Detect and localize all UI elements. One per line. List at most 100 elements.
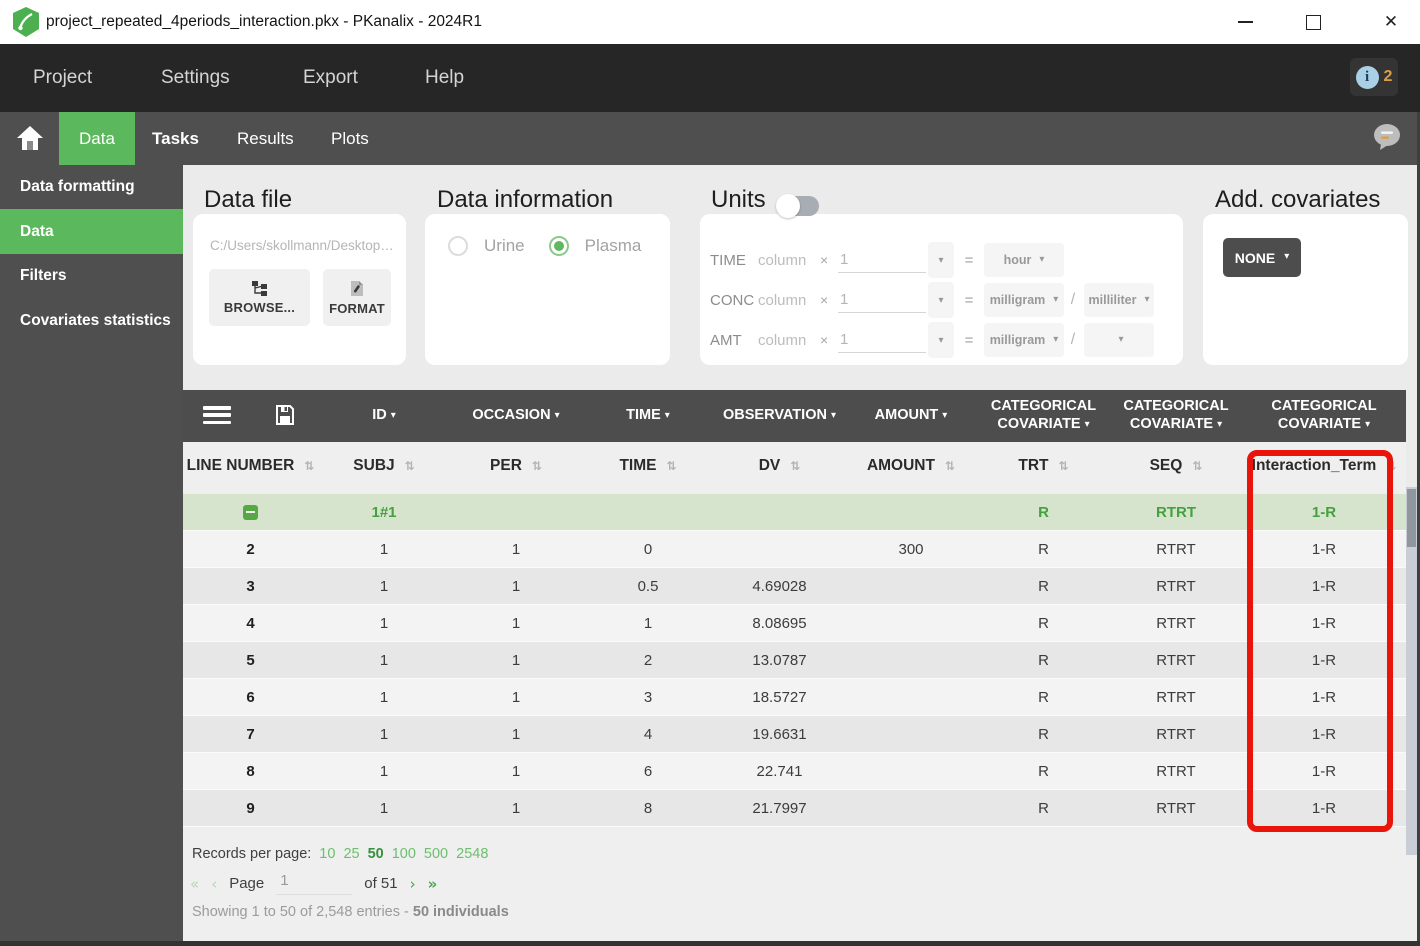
table-cell: RTRT bbox=[1156, 688, 1196, 706]
caret-down-icon: ▾ bbox=[390, 410, 396, 421]
menu-export[interactable]: Export bbox=[303, 44, 358, 112]
per-page-option-100[interactable]: 100 bbox=[392, 846, 416, 862]
sidebar-item-filters[interactable]: Filters bbox=[20, 267, 67, 285]
maximize-button[interactable] bbox=[1290, 0, 1336, 44]
table-row: 4 1 1 1 8.08695 R RTRT 1-R bbox=[183, 605, 1406, 642]
column-header-label: DV bbox=[758, 457, 781, 474]
table-cell bbox=[845, 753, 977, 789]
menu-project[interactable]: Project bbox=[33, 44, 92, 112]
add-covariates-title: Add. covariates bbox=[1215, 186, 1381, 213]
table-cell bbox=[450, 494, 582, 530]
caret-down-icon: ▾ bbox=[1284, 251, 1290, 262]
unit-factor-input-conc[interactable]: 1 bbox=[838, 288, 926, 313]
close-button[interactable]: ✕ bbox=[1368, 0, 1414, 44]
caret-down-icon: ▾ bbox=[938, 254, 944, 266]
unit-dropdown-amt-denominator[interactable]: ▾ bbox=[1084, 323, 1154, 357]
save-icon[interactable] bbox=[275, 404, 295, 426]
unit-dropdown-conc-numerator[interactable]: milligram ▾ bbox=[984, 283, 1064, 317]
table-cell: 1 bbox=[511, 725, 521, 743]
minimize-button[interactable] bbox=[1222, 0, 1268, 44]
sidebar-item-covariates-statistics[interactable]: Covariates statistics bbox=[20, 312, 171, 330]
sort-icon: ⇅ bbox=[531, 459, 542, 473]
table-cell: R bbox=[1038, 503, 1049, 521]
column-header-line-number[interactable]: LINE NUMBER ⇅ bbox=[183, 442, 318, 490]
unit-value: milligram bbox=[989, 333, 1046, 347]
scrollbar-thumb[interactable] bbox=[1407, 489, 1416, 547]
toolbar-header-observation-3[interactable]: OBSERVATION ▾ bbox=[714, 390, 845, 442]
page-number-input[interactable]: 1 bbox=[276, 872, 353, 895]
menu-settings[interactable]: Settings bbox=[161, 44, 230, 112]
toolbar-header-id-0[interactable]: ID ▾ bbox=[318, 390, 450, 442]
per-page-option-500[interactable]: 500 bbox=[424, 846, 448, 862]
vertical-scrollbar[interactable] bbox=[1406, 487, 1417, 855]
toolbar-header-amount-4[interactable]: AMOUNT ▾ bbox=[845, 390, 977, 442]
tab-data[interactable]: Data bbox=[59, 112, 135, 165]
unit-dropdown-conc-denominator[interactable]: milliliter ▾ bbox=[1084, 283, 1154, 317]
column-header-trt[interactable]: TRT ⇅ bbox=[977, 442, 1110, 490]
plasma-radio[interactable] bbox=[548, 236, 569, 256]
prev-page-button[interactable]: ‹ bbox=[211, 875, 217, 893]
menu-help[interactable]: Help bbox=[425, 44, 464, 112]
pkanalix-window: project_repeated_4periods_interaction.pk… bbox=[0, 0, 1420, 946]
last-page-button[interactable]: » bbox=[428, 875, 438, 893]
units-title: Units bbox=[711, 186, 766, 213]
table-cell: 1 bbox=[379, 688, 389, 706]
first-page-button[interactable]: « bbox=[190, 875, 199, 893]
column-placeholder: column bbox=[758, 331, 807, 349]
toolbar-header-occasion-1[interactable]: OCCASION ▾ bbox=[450, 390, 582, 442]
column-header-label: TIME bbox=[619, 457, 657, 474]
table-cell: 7 bbox=[246, 725, 255, 743]
caret-down-icon: ▾ bbox=[1118, 333, 1124, 345]
table-cell bbox=[845, 716, 977, 752]
data-file-title: Data file bbox=[204, 186, 293, 213]
tab-tasks[interactable]: Tasks bbox=[152, 112, 199, 165]
toolbar-header-categorical-covariate-7[interactable]: CATEGORICAL COVARIATE ▾ bbox=[1242, 390, 1406, 442]
unit-factor-dropdown-conc[interactable]: ▾ bbox=[928, 282, 954, 318]
toolbar-header-time-2[interactable]: TIME ▾ bbox=[582, 390, 714, 442]
table-cell bbox=[845, 679, 977, 715]
unit-dropdown-amt-numerator[interactable]: milligram ▾ bbox=[984, 323, 1064, 357]
unit-factor-input-amt[interactable]: 1 bbox=[838, 328, 926, 353]
units-toggle[interactable] bbox=[776, 194, 819, 218]
header-label: TIME ▾ bbox=[626, 407, 670, 423]
sidebar-item-data[interactable]: Data bbox=[0, 209, 183, 254]
column-header-dv[interactable]: DV ⇅ bbox=[714, 442, 845, 490]
sort-icon: ⇅ bbox=[404, 459, 415, 473]
browse-button[interactable]: BROWSE... bbox=[209, 269, 310, 326]
hamburger-menu-icon[interactable] bbox=[203, 406, 231, 424]
notifications-badge[interactable]: i 2 bbox=[1350, 58, 1398, 96]
column-header-subj[interactable]: SUBJ ⇅ bbox=[318, 442, 450, 490]
feedback-bubble-icon[interactable] bbox=[1372, 122, 1402, 152]
table-group-row[interactable]: 1#1 R RTRT 1-R bbox=[183, 494, 1406, 531]
column-header-seq[interactable]: SEQ ⇅ bbox=[1110, 442, 1242, 490]
plasma-label: Plasma bbox=[584, 236, 642, 255]
column-header-per[interactable]: PER ⇅ bbox=[450, 442, 582, 490]
format-button[interactable]: FORMAT bbox=[323, 269, 391, 326]
unit-row-label: TIME bbox=[710, 251, 746, 269]
per-page-option-50[interactable]: 50 bbox=[368, 846, 384, 862]
unit-factor-dropdown-time[interactable]: ▾ bbox=[928, 242, 954, 278]
collapse-row-icon[interactable] bbox=[243, 504, 258, 520]
home-icon[interactable] bbox=[16, 125, 44, 151]
per-page-option-10[interactable]: 10 bbox=[319, 846, 335, 862]
table-cell bbox=[845, 494, 977, 530]
column-header-amount[interactable]: AMOUNT ⇅ bbox=[845, 442, 977, 490]
per-page-option-25[interactable]: 25 bbox=[343, 846, 359, 862]
unit-factor-dropdown-amt[interactable]: ▾ bbox=[928, 322, 954, 358]
covariates-none-dropdown[interactable]: NONE ▾ bbox=[1223, 238, 1301, 277]
tab-results[interactable]: Results bbox=[237, 112, 294, 165]
tab-plots[interactable]: Plots bbox=[331, 112, 369, 165]
header-label: AMOUNT ▾ bbox=[874, 407, 948, 423]
table-cell: 1 bbox=[379, 651, 389, 669]
unit-factor-input-time[interactable]: 1 bbox=[838, 248, 926, 273]
next-page-button[interactable]: › bbox=[410, 875, 416, 893]
column-header-time[interactable]: TIME ⇅ bbox=[582, 442, 714, 490]
sidebar-item-data-formatting[interactable]: Data formatting bbox=[20, 178, 135, 196]
table-cell bbox=[183, 494, 318, 530]
unit-dropdown-time-numerator[interactable]: hour ▾ bbox=[984, 243, 1064, 277]
toolbar-header-categorical-covariate-5[interactable]: CATEGORICAL COVARIATE ▾ bbox=[977, 390, 1110, 442]
urine-radio[interactable] bbox=[448, 236, 468, 256]
per-page-option-2548[interactable]: 2548 bbox=[456, 846, 488, 862]
data-information-panel: Urine Plasma bbox=[425, 214, 670, 365]
toolbar-header-categorical-covariate-6[interactable]: CATEGORICAL COVARIATE ▾ bbox=[1110, 390, 1242, 442]
